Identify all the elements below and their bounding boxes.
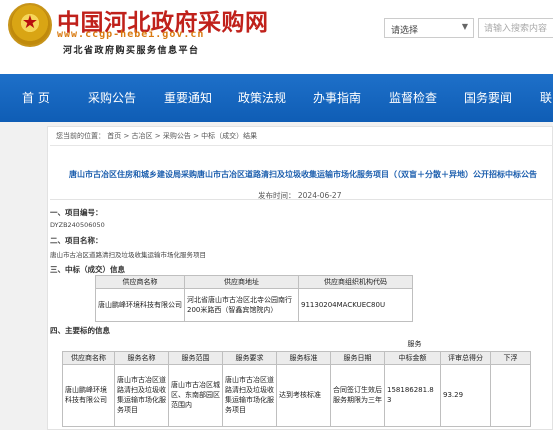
bid-amount-cell: 158186281.83 — [384, 363, 441, 427]
divider — [50, 145, 553, 146]
nav-item-important-notices[interactable]: 重要通知 — [164, 89, 212, 106]
nav-item-supervision[interactable]: 监督检查 — [389, 89, 437, 106]
column-header: 供应商名称 — [95, 275, 185, 289]
section-heading-winner-info: 三、中标（成交）信息 — [50, 265, 125, 274]
table-header-row: 供应商名称 供应商地址 供应商组织机构代码 — [95, 275, 413, 289]
column-header: 服务范围 — [168, 350, 223, 365]
column-header: 供应商名称 — [62, 350, 115, 365]
search-category-select[interactable]: 请选择 ▼ — [384, 18, 474, 38]
main-nav: 首 页 采购公告 重要通知 政策法规 办事指南 监督检查 国务要闻 联 — [0, 74, 553, 122]
service-scope-cell: 唐山市古冶区城区、东南部园区范围内 — [168, 363, 223, 427]
breadcrumb[interactable]: 您当前的位置： 首页 > 古冶区 > 采购公告 > 中标（成交）结果 — [56, 131, 257, 141]
project-name: 唐山市古冶区道路清扫及垃圾收集运输市场化服务项目 — [50, 251, 206, 259]
service-date-cell: 合同签订生效后服务期限为三年 — [330, 363, 385, 427]
nav-item-procurement-notices[interactable]: 采购公告 — [88, 89, 136, 106]
project-code: DYZB240506050 — [50, 221, 105, 229]
nav-item-policies[interactable]: 政策法规 — [238, 89, 286, 106]
winner-table: 供应商名称 供应商地址 供应商组织机构代码 唐山鹏峰环境科技有限公司 河北省唐山… — [95, 275, 413, 322]
nav-item-guide[interactable]: 办事指南 — [313, 89, 361, 106]
column-header: 中标金额 — [384, 350, 441, 365]
site-header: ★ 中国河北政府采购网 www.ccgp-hebei.gov.cn 河北省政府购… — [0, 0, 553, 74]
supplier-code-cell: 91130204MACKUEC80U — [298, 288, 413, 322]
table-row: 唐山鹏峰环境科技有限公司 河北省唐山市古冶区北寺公园南行200米路西（智鑫宾馆院… — [95, 288, 413, 322]
section-heading-project-name: 二、项目名称： — [50, 236, 103, 245]
group-header: 服务 — [62, 338, 531, 351]
site-subtitle: 河北省政府购买服务信息平台 — [63, 46, 200, 56]
discount-cell — [490, 363, 531, 427]
chevron-down-icon: ▼ — [461, 22, 468, 31]
search-input[interactable] — [478, 18, 553, 38]
total-score-cell: 93.29 — [440, 363, 491, 427]
nav-item-contact[interactable]: 联 — [540, 89, 552, 106]
section-heading-subject-info: 四、主要标的信息 — [50, 326, 110, 335]
supplier-address-cell: 河北省唐山市古冶区北寺公园南行200米路西（智鑫宾馆院内） — [184, 288, 299, 322]
column-header: 服务名称 — [114, 350, 169, 365]
column-header: 供应商组织机构代码 — [298, 275, 413, 289]
table-header-row: 供应商名称 服务名称 服务范围 服务要求 服务标准 服务日期 中标金额 评审总得… — [62, 350, 531, 365]
service-standard-cell: 达到考核标准 — [276, 363, 331, 427]
article-title: 唐山市古冶区住房和城乡建设局采购唐山市古冶区道路清扫及垃圾收集运输市场化服务项目… — [69, 170, 537, 179]
supplier-name-cell: 唐山鹏峰环境科技有限公司 — [95, 288, 185, 322]
column-header: 评审总得分 — [440, 350, 491, 365]
table-row: 唐山鹏峰环境科技有限公司 唐山市古冶区道路清扫及垃圾收集运输市场化服务项目 唐山… — [62, 363, 531, 427]
service-name-cell: 唐山市古冶区道路清扫及垃圾收集运输市场化服务项目 — [114, 363, 169, 427]
table-group-header-row: 服务 — [62, 338, 531, 351]
nav-item-news[interactable]: 国务要闻 — [464, 89, 512, 106]
supplier-name-cell: 唐山鹏峰环境科技有限公司 — [62, 363, 115, 427]
service-requirement-cell: 唐山市古冶区道路清扫及垃圾收集运输市场化服务项目 — [222, 363, 277, 427]
divider — [50, 199, 553, 200]
section-heading-project-code: 一、项目编号： — [50, 208, 103, 217]
column-header: 下浮 — [490, 350, 531, 365]
nav-item-home[interactable]: 首 页 — [22, 89, 50, 106]
subject-table: 服务 供应商名称 服务名称 服务范围 服务要求 服务标准 服务日期 中标金额 评… — [62, 338, 531, 427]
column-header: 服务要求 — [222, 350, 277, 365]
column-header: 服务日期 — [330, 350, 385, 365]
site-url: www.ccgp-hebei.gov.cn — [57, 29, 205, 40]
column-header: 服务标准 — [276, 350, 331, 365]
column-header: 供应商地址 — [184, 275, 299, 289]
search-category-value: 请选择 — [391, 26, 419, 36]
national-emblem-icon[interactable]: ★ — [8, 3, 52, 47]
